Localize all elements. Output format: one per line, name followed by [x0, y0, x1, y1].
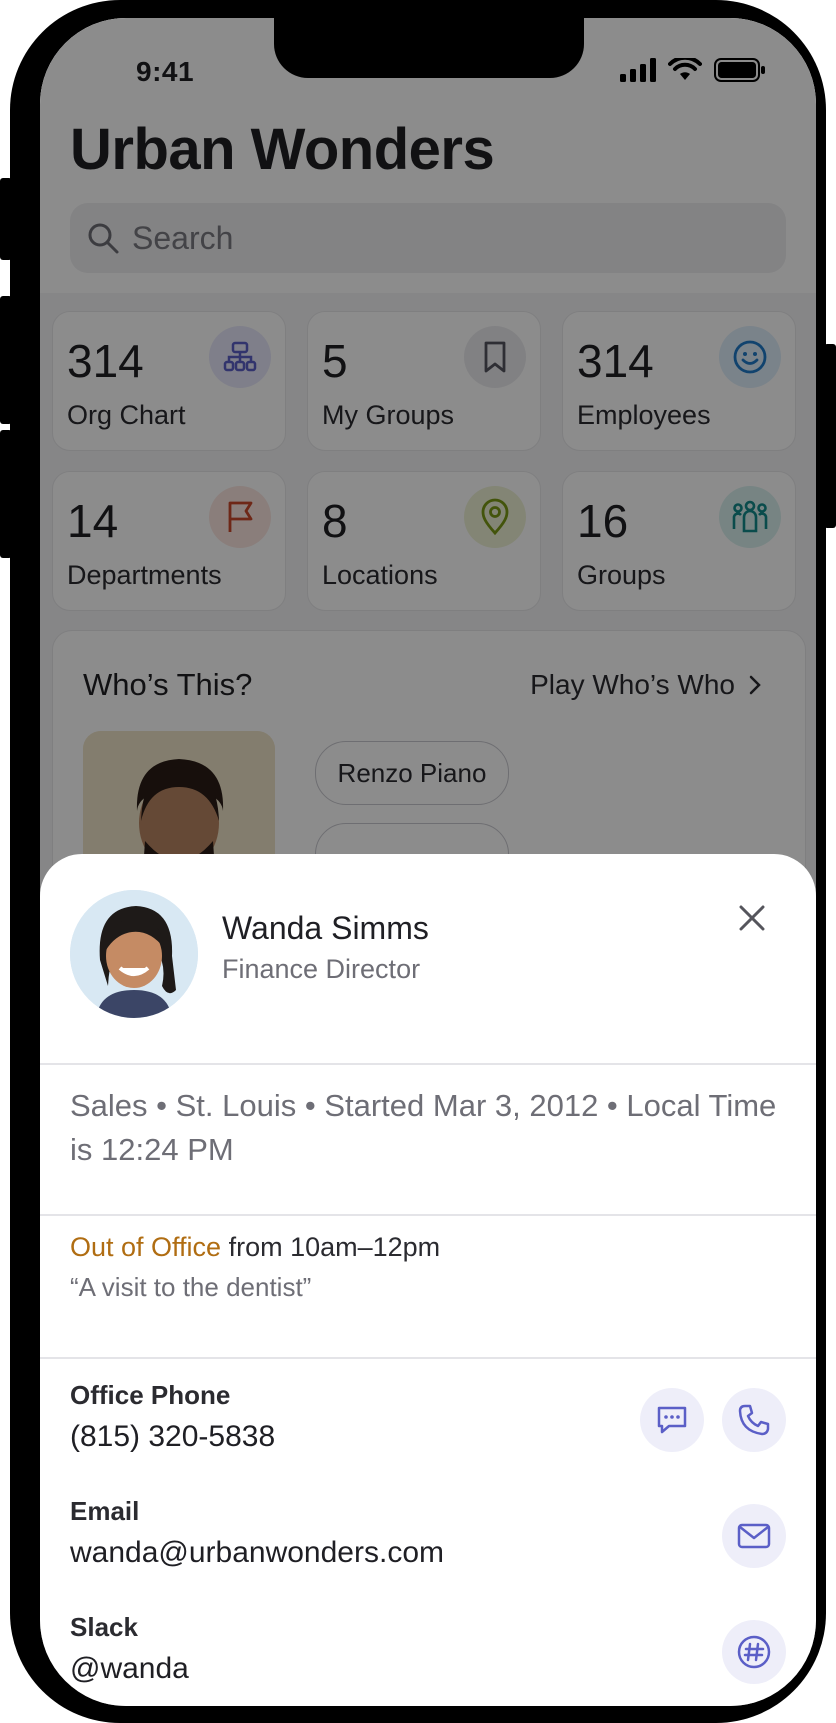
screen: 9:41 Urban Wonders Search 314 Org Chart … [40, 18, 816, 1706]
phone-icon [738, 1404, 770, 1436]
profile-meta: Sales • St. Louis • Started Mar 3, 2012 … [70, 1088, 777, 1167]
profile-sheet: Wanda Simms Finance Director Sales • St.… [40, 854, 816, 1706]
office-phone-value[interactable]: (815) 320-5838 [70, 1420, 275, 1454]
out-of-office-status: Out of Office from 10am–12pm [70, 1232, 440, 1263]
profile-name: Wanda Simms [222, 910, 429, 946]
close-icon[interactable] [736, 902, 768, 934]
slack-label: Slack [70, 1612, 138, 1642]
email-value[interactable]: wanda@urbanwonders.com [70, 1536, 444, 1570]
notch [274, 18, 584, 78]
profile-role: Finance Director [222, 954, 421, 984]
divider [40, 1063, 816, 1065]
divider [40, 1357, 816, 1359]
out-of-office-label: Out of Office [70, 1232, 222, 1262]
avatar [70, 890, 198, 1018]
call-button[interactable] [722, 1388, 786, 1452]
phone-frame: 9:41 Urban Wonders Search 314 Org Chart … [10, 0, 826, 1723]
email-label: Email [70, 1496, 140, 1526]
out-of-office-time: from 10am–12pm [221, 1232, 441, 1262]
message-icon [657, 1406, 687, 1434]
slack-button[interactable] [722, 1620, 786, 1684]
mail-icon [737, 1523, 771, 1549]
slack-icon [737, 1635, 771, 1669]
divider [40, 1214, 816, 1216]
slack-value[interactable]: @wanda [70, 1652, 189, 1686]
message-button[interactable] [640, 1388, 704, 1452]
email-button[interactable] [722, 1504, 786, 1568]
office-phone-label: Office Phone [70, 1380, 231, 1410]
status-note: “A visit to the dentist” [70, 1272, 312, 1302]
avatar-illustration [70, 890, 198, 1018]
